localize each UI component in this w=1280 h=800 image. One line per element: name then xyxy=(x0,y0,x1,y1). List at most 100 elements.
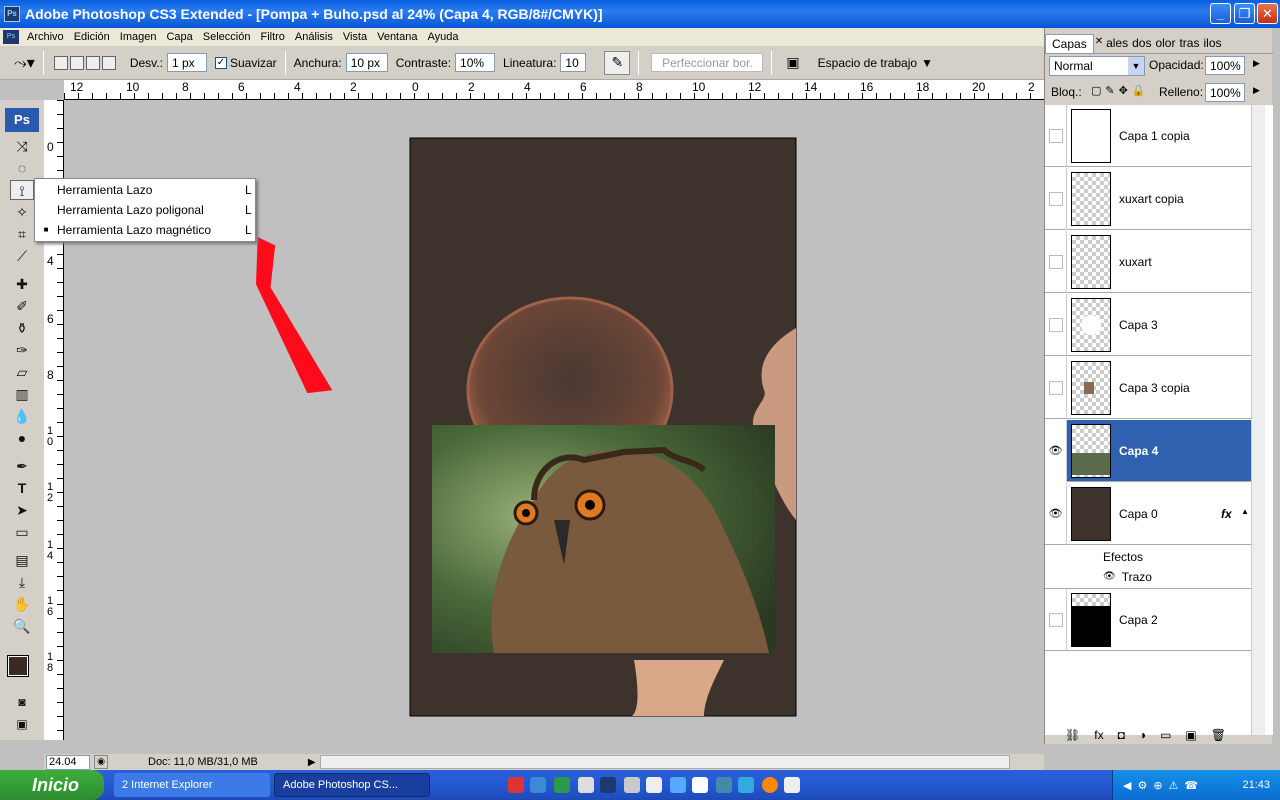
visibility-toggle[interactable] xyxy=(1048,128,1063,143)
refine-edge-button[interactable]: Perfeccionar bor. xyxy=(651,53,764,72)
layer-row[interactable]: Capa 1 copia xyxy=(1045,105,1251,167)
layers-scrollbar[interactable] xyxy=(1251,105,1265,735)
notes-tool-icon[interactable]: ▤ xyxy=(10,550,34,570)
photoshop-quicklaunch-icon[interactable] xyxy=(600,777,616,793)
menu-filtro[interactable]: Filtro xyxy=(255,31,289,43)
move-tool-icon[interactable]: ⤨ xyxy=(10,136,34,156)
layer-row-selected[interactable]: 👁 Capa 4 xyxy=(1045,419,1251,482)
clone-stamp-icon[interactable]: ⚱ xyxy=(10,318,34,338)
task-internet-explorer[interactable]: 2 Internet Explorer xyxy=(114,773,270,797)
menu-ayuda[interactable]: Ayuda xyxy=(422,31,463,43)
layer-row[interactable]: Capa 3 copia xyxy=(1045,356,1251,419)
desv-input[interactable]: 1 px xyxy=(166,53,207,72)
eye-icon[interactable]: 👁 xyxy=(1045,482,1067,545)
quicklaunch-icon[interactable] xyxy=(646,777,662,793)
eraser-tool-icon[interactable]: ▱ xyxy=(10,362,34,382)
quicklaunch-icon[interactable] xyxy=(716,777,732,793)
gradient-tool-icon[interactable]: ▥ xyxy=(10,384,34,404)
layer-row[interactable]: xuxart copia xyxy=(1045,167,1251,230)
zoom-field[interactable]: 24.04 xyxy=(46,754,90,770)
visibility-toggle[interactable] xyxy=(1048,191,1063,206)
menu-capa[interactable]: Capa xyxy=(161,31,197,43)
magnetic-lasso-preset-icon[interactable]: ⤳▾ xyxy=(14,53,35,73)
blur-tool-icon[interactable]: 💧 xyxy=(10,406,34,426)
type-tool-icon[interactable]: T xyxy=(10,478,34,498)
lock-icons[interactable]: ▢✎✥🔒 xyxy=(1091,84,1150,97)
layer-row[interactable]: Capa 3 xyxy=(1045,293,1251,356)
tab-estilos[interactable]: ilos xyxy=(1201,34,1223,53)
eye-icon[interactable]: 👁 xyxy=(1103,567,1116,587)
fill-arrow-icon[interactable]: ▶ xyxy=(1253,85,1260,96)
effects-label[interactable]: Efectos xyxy=(1103,547,1143,567)
flyout-item-polygonal-lasso[interactable]: Herramienta Lazo poligonal L xyxy=(35,200,255,219)
menu-vista[interactable]: Vista xyxy=(338,31,372,43)
ps-logo[interactable]: Ps xyxy=(5,108,39,132)
brush-tool-icon[interactable]: ✐ xyxy=(10,296,34,316)
status-menu-icon[interactable]: ◉ xyxy=(94,755,108,769)
history-brush-icon[interactable]: ✑ xyxy=(10,340,34,360)
suavizar-checkbox[interactable]: ✓ xyxy=(214,56,227,69)
close-icon[interactable]: ✕ xyxy=(1094,34,1104,53)
flyout-item-magnetic-lasso[interactable]: ■ Herramienta Lazo magnético L xyxy=(35,220,255,239)
tab-canales[interactable]: ales xyxy=(1104,34,1130,53)
foreground-color-swatch[interactable] xyxy=(7,655,29,677)
horizontal-scrollbar[interactable] xyxy=(319,755,1010,769)
start-button[interactable]: Inicio xyxy=(0,770,104,800)
opacity-input[interactable]: 100% xyxy=(1205,56,1245,75)
crop-tool-icon[interactable]: ⌗ xyxy=(10,224,34,244)
visibility-toggle[interactable] xyxy=(1048,317,1063,332)
quicklaunch-icon[interactable] xyxy=(508,777,524,793)
adjustment-layer-icon[interactable]: ◑ xyxy=(1139,728,1146,742)
maximize-button[interactable]: ❐ xyxy=(1234,3,1255,24)
close-button[interactable]: ✕ xyxy=(1257,3,1278,24)
contraste-input[interactable]: 10% xyxy=(455,53,496,72)
tab-muestras[interactable]: tras xyxy=(1177,34,1201,53)
eye-icon[interactable]: 👁 xyxy=(1045,419,1067,482)
trash-icon[interactable]: 🗑 xyxy=(1211,728,1226,742)
intersect-selection-icon[interactable] xyxy=(101,55,116,70)
visibility-toggle[interactable] xyxy=(1048,612,1063,627)
new-group-icon[interactable]: ▭ xyxy=(1160,728,1171,742)
blend-mode-select[interactable]: Normal ▼ xyxy=(1049,56,1145,76)
slice-tool-icon[interactable]: ⟋ xyxy=(10,246,34,266)
quicklaunch-icon[interactable] xyxy=(738,777,754,793)
new-layer-icon[interactable]: ▣ xyxy=(1185,728,1196,742)
quicklaunch-icon[interactable] xyxy=(692,777,708,793)
hand-tool-icon[interactable]: ✋ xyxy=(10,594,34,614)
opacity-arrow-icon[interactable]: ▶ xyxy=(1253,58,1260,69)
menu-analisis[interactable]: Análisis xyxy=(290,31,338,43)
tab-color[interactable]: olor xyxy=(1153,34,1177,53)
visibility-toggle[interactable] xyxy=(1048,254,1063,269)
quicklaunch-icon[interactable] xyxy=(670,777,686,793)
anchura-input[interactable]: 10 px xyxy=(345,53,388,72)
visibility-toggle[interactable] xyxy=(1048,380,1063,395)
quicklaunch-icon[interactable] xyxy=(762,777,778,793)
new-selection-icon[interactable] xyxy=(53,55,68,70)
tab-capas[interactable]: Capas xyxy=(1045,34,1094,53)
quicklaunch-icon[interactable] xyxy=(578,777,594,793)
fill-input[interactable]: 100% xyxy=(1205,83,1245,102)
path-selection-icon[interactable]: ➤ xyxy=(10,500,34,520)
quick-mask-icon[interactable]: ◙ xyxy=(10,692,34,712)
quicklaunch-icon[interactable] xyxy=(554,777,570,793)
ps-menu-icon[interactable]: Ps xyxy=(3,30,19,44)
menu-seleccion[interactable]: Selección xyxy=(198,31,256,43)
link-layers-icon[interactable]: ⛓ xyxy=(1065,728,1080,742)
expand-arrow-icon[interactable]: ▲ xyxy=(1241,507,1249,516)
menu-ventana[interactable]: Ventana xyxy=(372,31,422,43)
eyedropper-icon[interactable]: ⤓ xyxy=(10,572,34,592)
stroke-effect-row[interactable]: 👁 Trazo xyxy=(1103,567,1152,587)
bridge-icon[interactable]: ▣ xyxy=(786,54,799,71)
magic-wand-icon[interactable]: ✧ xyxy=(10,202,34,222)
tablet-pressure-icon[interactable]: ✎ xyxy=(604,50,631,75)
fx-icon[interactable]: fx xyxy=(1221,507,1232,521)
layer-row[interactable]: 👁 Capa 0 fx ▲ xyxy=(1045,482,1251,545)
tab-trazados[interactable]: dos xyxy=(1130,34,1153,53)
workspace-menu[interactable]: Espacio de trabajo xyxy=(818,56,917,70)
flyout-item-lasso[interactable]: Herramienta Lazo L xyxy=(35,180,255,199)
tray-icons[interactable]: ◀⚙⊕⚠☎ xyxy=(1123,779,1204,792)
quicklaunch-icon[interactable] xyxy=(784,777,800,793)
minimize-button[interactable]: _ xyxy=(1210,3,1231,24)
menu-imagen[interactable]: Imagen xyxy=(115,31,162,43)
layer-style-icon[interactable]: fx xyxy=(1094,728,1103,742)
